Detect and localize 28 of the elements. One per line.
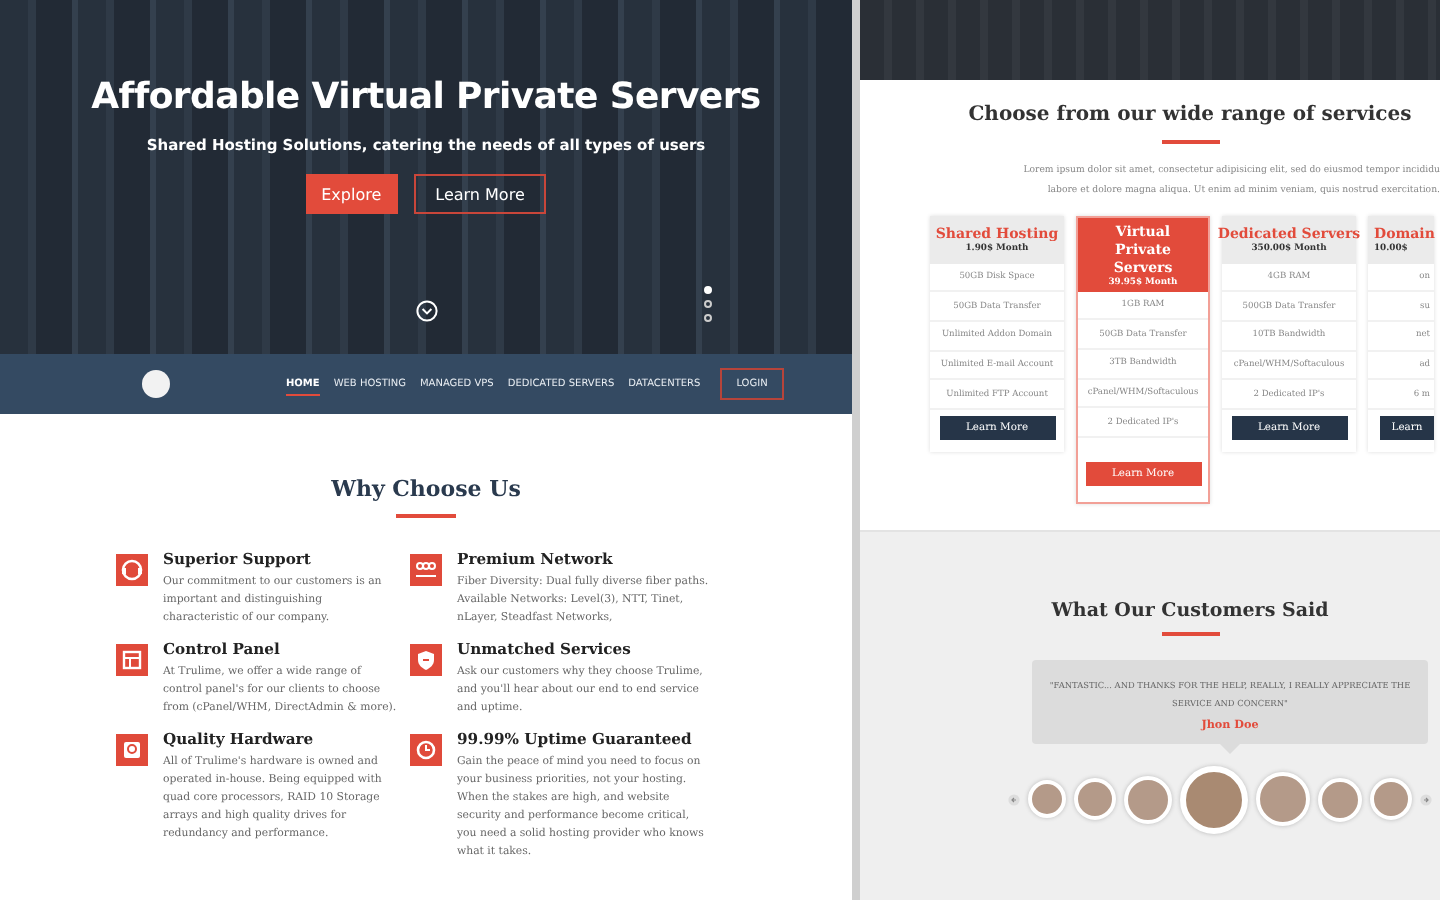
avatar[interactable] (1256, 772, 1310, 826)
headset-icon (115, 553, 147, 585)
logo-icon[interactable] (142, 370, 170, 398)
title-underline (1161, 632, 1219, 635)
avatar[interactable] (1180, 765, 1248, 833)
avatar[interactable] (1124, 775, 1172, 823)
slide-dot[interactable] (704, 314, 712, 322)
section-title: Why Choose Us (331, 476, 521, 502)
slide-dot[interactable] (704, 300, 712, 308)
panel-icon (115, 643, 147, 675)
avatar[interactable] (1028, 780, 1066, 818)
title-underline (1161, 140, 1219, 143)
title-underline (396, 514, 456, 517)
explore-button[interactable]: Explore (305, 174, 398, 214)
network-icon (409, 553, 441, 585)
avatar[interactable] (1370, 778, 1412, 820)
section-title: What Our Customers Said (1049, 600, 1329, 622)
clock-icon (409, 733, 441, 765)
section-title: Choose from our wide range of services (966, 104, 1412, 126)
shield-icon (409, 643, 441, 675)
avatar[interactable] (1318, 777, 1362, 821)
right-arrow-icon[interactable] (1420, 793, 1432, 805)
left-arrow-icon[interactable] (1008, 793, 1020, 805)
avatar[interactable] (1074, 778, 1116, 820)
hero-title: Affordable Virtual Private Servers (91, 76, 761, 118)
learn-more-button[interactable]: Learn More (413, 174, 547, 214)
scroll-down-icon[interactable] (416, 300, 438, 322)
hard-drive-icon (115, 733, 147, 765)
